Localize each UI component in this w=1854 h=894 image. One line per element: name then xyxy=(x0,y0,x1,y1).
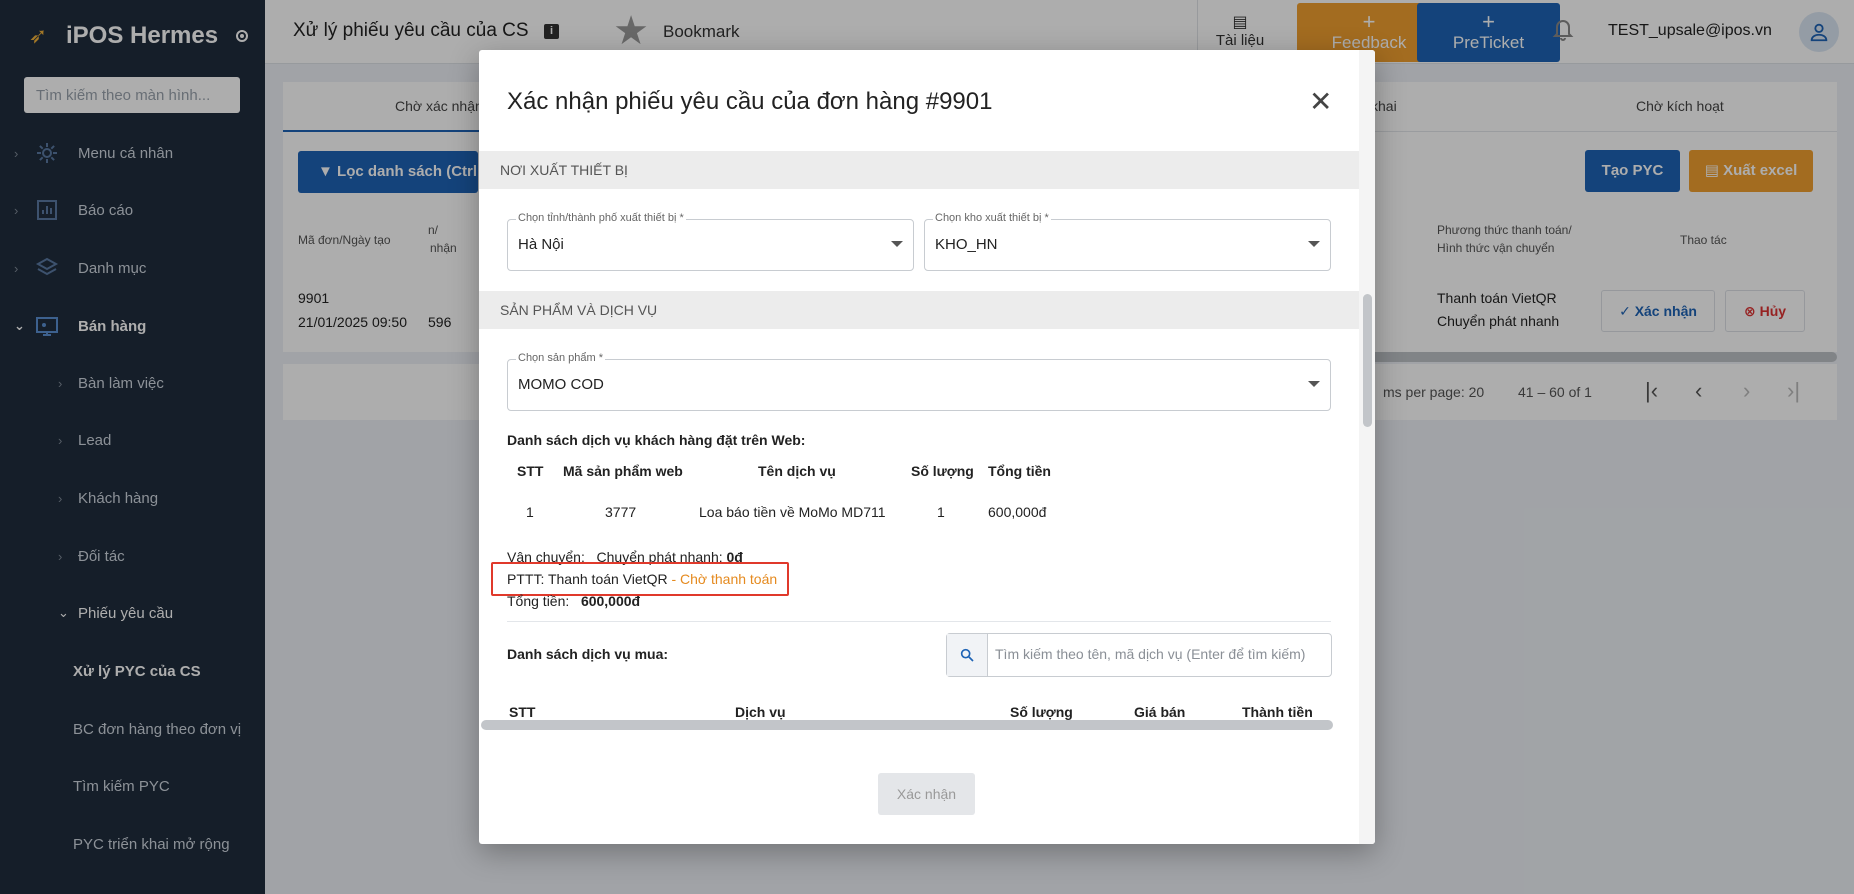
table-cell: Loa báo tiền về MoMo MD711 xyxy=(699,504,886,520)
dropdown-arrow-icon xyxy=(1308,381,1320,387)
warehouse-label: Chọn kho xuất thiết bị * xyxy=(933,212,1051,224)
section-origin-header: NƠI XUẤT THIẾT BỊ xyxy=(479,151,1359,189)
search-icon[interactable] xyxy=(947,634,988,676)
confirm-request-dialog: Xác nhận phiếu yêu cầu của đơn hàng #990… xyxy=(479,50,1375,844)
warehouse-select[interactable]: Chọn kho xuất thiết bị * KHO_HN xyxy=(924,212,1331,271)
product-select[interactable]: Chọn sản phẩm * MOMO COD xyxy=(507,352,1331,411)
province-select[interactable]: Chọn tỉnh/thành phố xuất thiết bị * Hà N… xyxy=(507,212,914,271)
service-search-input[interactable] xyxy=(995,646,1325,662)
close-icon[interactable]: ✕ xyxy=(1309,88,1332,116)
province-value: Hà Nội xyxy=(518,236,564,253)
purchased-services-title: Danh sách dịch vụ mua: xyxy=(507,646,669,662)
product-label: Chọn sản phẩm * xyxy=(516,352,605,364)
dialog-horizontal-scrollbar[interactable] xyxy=(481,720,1333,730)
dialog-vertical-scrollbar[interactable] xyxy=(1363,294,1372,427)
payment-highlight-box xyxy=(491,562,789,596)
column-header: Dịch vụ xyxy=(735,704,786,720)
province-label: Chọn tỉnh/thành phố xuất thiết bị * xyxy=(516,212,686,224)
dialog-scroll-track xyxy=(1359,50,1375,844)
column-header: Thành tiền xyxy=(1242,704,1313,720)
table-cell: 3777 xyxy=(605,504,637,520)
column-header: STT xyxy=(517,463,544,479)
column-header: Số lượng xyxy=(911,463,974,479)
column-header: Mã sản phẩm web xyxy=(563,463,683,479)
column-header: Tên dịch vụ xyxy=(758,463,836,479)
product-value: MOMO COD xyxy=(518,376,604,393)
table-cell: 600,000đ xyxy=(988,504,1047,520)
dropdown-arrow-icon xyxy=(1308,241,1320,247)
table-cell: 1 xyxy=(526,504,534,520)
table-cell: 1 xyxy=(937,504,945,520)
dialog-title: Xác nhận phiếu yêu cầu của đơn hàng #990… xyxy=(507,88,993,115)
column-header: STT xyxy=(509,704,536,720)
total-label: Tổng tiền: xyxy=(507,593,570,609)
section-products-header: SẢN PHẨM VÀ DỊCH VỤ xyxy=(479,291,1359,329)
section-divider xyxy=(507,621,1331,622)
dialog-confirm-button[interactable]: Xác nhận xyxy=(878,773,975,815)
web-services-title: Danh sách dịch vụ khách hàng đặt trên We… xyxy=(507,432,806,448)
service-search-box[interactable] xyxy=(946,633,1332,677)
column-header: Số lượng xyxy=(1010,704,1073,720)
column-header: Giá bán xyxy=(1134,704,1186,720)
column-header: Tổng tiền xyxy=(988,463,1051,479)
total-info: Tổng tiền: 600,000đ xyxy=(507,593,640,609)
warehouse-value: KHO_HN xyxy=(935,236,998,253)
total-value: 600,000đ xyxy=(580,593,641,609)
dropdown-arrow-icon xyxy=(891,241,903,247)
